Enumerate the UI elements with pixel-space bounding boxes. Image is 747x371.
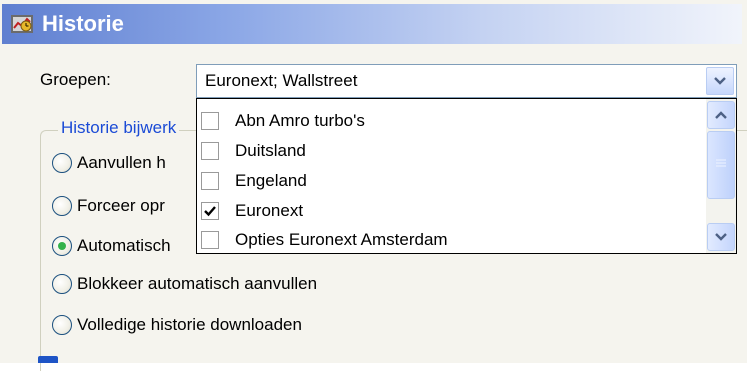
groepen-label: Groepen:	[40, 70, 111, 89]
list-item-label: Engeland	[235, 171, 307, 190]
checkbox-checked[interactable]	[201, 202, 219, 220]
list-item-label: Abn Amro turbo's	[235, 111, 365, 130]
partial-checkbox-edge[interactable]	[38, 356, 58, 363]
radio-button[interactable]	[52, 315, 72, 335]
groepen-dropdown-button[interactable]	[706, 67, 734, 95]
checkbox[interactable]	[201, 231, 219, 249]
radio-button[interactable]	[52, 153, 72, 173]
list-item[interactable]: Duitsland	[201, 137, 306, 165]
radio-option-automatisch[interactable]: Automatisch	[52, 234, 171, 258]
list-item[interactable]: Engeland	[201, 167, 307, 195]
groepen-value: Euronext; Wallstreet	[205, 71, 358, 90]
chevron-down-icon	[714, 77, 726, 85]
title-bar: Historie	[2, 4, 742, 44]
scroll-up-button[interactable]	[707, 101, 735, 129]
radio-option-blokkeer[interactable]: Blokkeer automatisch aanvullen	[52, 272, 317, 296]
checkbox[interactable]	[201, 112, 219, 130]
check-icon	[204, 206, 216, 217]
radio-option-aanvullen[interactable]: Aanvullen h	[52, 151, 166, 175]
dropdown-scrollbar[interactable]	[706, 99, 736, 253]
grip-icon	[716, 159, 726, 167]
chevron-up-icon	[715, 111, 727, 119]
groupbox-legend: Historie bijwerk	[58, 118, 180, 138]
checkbox[interactable]	[201, 142, 219, 160]
radio-label: Blokkeer automatisch aanvullen	[77, 274, 318, 293]
list-item-label: Opties Euronext Amsterdam	[235, 230, 448, 249]
historie-panel: Historie Groepen: Euronext; Wallstreet H…	[0, 0, 747, 371]
list-item-label: Duitsland	[235, 141, 306, 160]
scroll-down-button[interactable]	[707, 223, 735, 251]
list-item-label: Euronext	[235, 201, 304, 220]
radio-button-selected[interactable]	[52, 236, 72, 256]
chevron-down-icon	[715, 233, 727, 241]
list-item[interactable]: Euronext	[201, 197, 303, 225]
radio-button[interactable]	[52, 274, 72, 294]
list-item[interactable]: Opties Euronext Amsterdam	[201, 226, 448, 253]
radio-option-volledige[interactable]: Volledige historie downloaden	[52, 313, 302, 337]
radio-label: Automatisch	[77, 236, 171, 255]
groepen-combobox[interactable]: Euronext; Wallstreet	[196, 64, 737, 98]
groepen-dropdown-list[interactable]: Abn Amro turbo's Duitsland Engeland Euro…	[196, 98, 737, 254]
radio-button[interactable]	[52, 196, 72, 216]
checkbox[interactable]	[201, 172, 219, 190]
history-app-icon	[11, 15, 33, 33]
radio-label: Volledige historie downloaden	[77, 315, 302, 334]
radio-label: Forceer opr	[77, 196, 165, 215]
scroll-thumb[interactable]	[707, 131, 735, 199]
list-item[interactable]: Abn Amro turbo's	[201, 107, 365, 135]
radio-label: Aanvullen h	[77, 153, 166, 172]
radio-option-forceer[interactable]: Forceer opr	[52, 194, 165, 218]
window-title: Historie	[42, 11, 124, 36]
